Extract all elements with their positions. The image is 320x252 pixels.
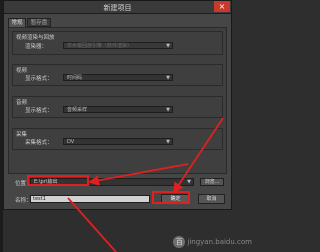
annotation-arrows xyxy=(67,117,224,252)
watermark: 百 jingyan.baidu.com xyxy=(173,236,252,248)
arrow-to-name xyxy=(67,197,117,252)
arrow-to-location xyxy=(88,163,189,186)
arrow-to-ok xyxy=(173,117,224,194)
watermark-text: jingyan.baidu.com xyxy=(187,238,252,246)
baidu-logo-icon: 百 xyxy=(173,236,186,248)
